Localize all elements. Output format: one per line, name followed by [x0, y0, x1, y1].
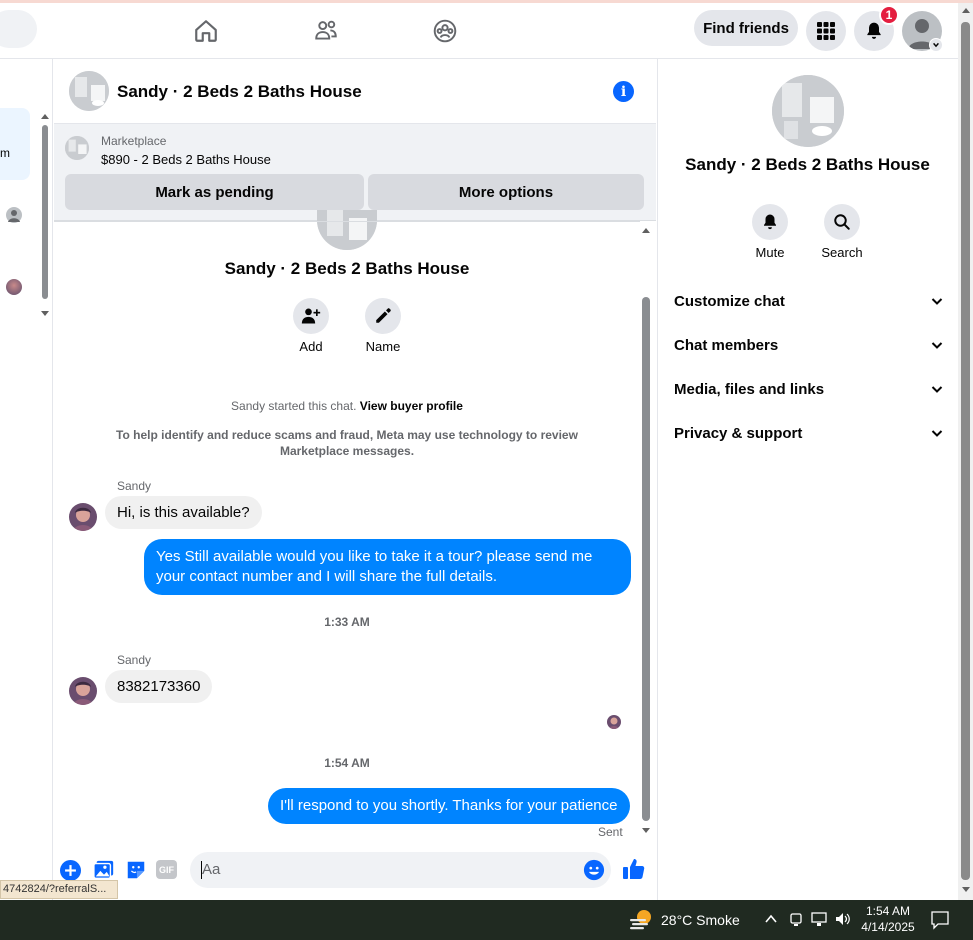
message-sender-name: Sandy	[117, 479, 152, 493]
page-scroll-up-arrow-icon[interactable]	[961, 6, 971, 14]
mute-bell-icon[interactable]	[752, 204, 788, 240]
listing-price-title[interactable]: $890 - 2 Beds 2 Baths House	[101, 152, 271, 167]
chevron-down-icon	[931, 298, 943, 305]
taskbar-clock[interactable]: 1:54 AM 4/14/2025	[854, 903, 922, 935]
find-friends-button[interactable]: Find friends	[694, 10, 798, 46]
outgoing-message-bubble[interactable]: Yes Still available would you like to ta…	[144, 539, 631, 595]
taskbar-date: 4/14/2025	[861, 920, 915, 934]
view-buyer-profile-link[interactable]: View buyer profile	[360, 399, 463, 413]
message-status-sent: Sent	[598, 825, 623, 839]
plus-actions-icon[interactable]	[60, 860, 81, 881]
info-icon[interactable]: i	[613, 81, 634, 102]
network-icon[interactable]	[811, 911, 829, 927]
privacy-support-section[interactable]: Privacy & support	[674, 421, 944, 445]
incoming-message-bubble[interactable]: 8382173360	[105, 670, 213, 703]
sender-avatar[interactable]	[69, 677, 97, 705]
chevron-down-icon	[931, 386, 943, 393]
time-separator: 1:33 AM	[324, 615, 370, 629]
conversation-intro-title: Sandy · 2 Beds 2 Baths House	[224, 259, 470, 278]
incoming-message-bubble[interactable]: Hi, is this available?	[105, 496, 262, 529]
notification-center-icon[interactable]	[930, 910, 950, 930]
meeting-camera-icon[interactable]	[789, 911, 803, 927]
gif-icon[interactable]: GIF	[156, 860, 177, 879]
add-label: Add	[299, 339, 323, 354]
section-label: Customize chat	[674, 292, 785, 310]
mark-as-pending-button[interactable]: Mark as pending	[65, 174, 364, 210]
sender-avatar[interactable]	[69, 503, 97, 531]
add-person-icon[interactable]	[293, 298, 329, 334]
time-separator: 1:54 AM	[324, 756, 370, 770]
banner-divider	[54, 221, 640, 222]
volume-icon[interactable]	[835, 911, 853, 927]
sticker-icon[interactable]	[125, 859, 147, 886]
chat-list-avatar[interactable]	[6, 279, 22, 295]
edit-name-pencil-icon[interactable]	[365, 298, 401, 334]
home-icon[interactable]	[186, 11, 226, 51]
scroll-down-arrow-icon[interactable]	[40, 310, 50, 318]
section-label: Media, files and links	[674, 380, 825, 398]
weather-smoke-icon[interactable]	[628, 908, 654, 937]
chat-members-section[interactable]: Chat members	[674, 333, 944, 357]
chat-scroll-up-arrow-icon[interactable]	[641, 226, 651, 234]
status-bar-url: 4742824/?referralS...	[0, 880, 118, 899]
page-scroll-down-arrow-icon[interactable]	[961, 886, 971, 894]
text-cursor	[201, 861, 202, 879]
scam-notice: To help identify and reduce scams and fr…	[116, 428, 578, 458]
message-sender-name: Sandy	[117, 653, 152, 667]
conversation-intro-thumbnail	[317, 210, 377, 250]
chat-list-scrollbar[interactable]	[42, 125, 48, 299]
menu-grid-icon[interactable]	[806, 11, 846, 51]
chat-scrollbar[interactable]	[642, 297, 650, 821]
conversation-details-panel	[657, 59, 958, 900]
search-bar[interactable]	[0, 10, 37, 48]
mute-label: Mute	[755, 245, 785, 260]
groups-icon[interactable]	[425, 11, 465, 51]
section-label: Chat members	[674, 336, 779, 354]
more-options-button[interactable]: More options	[368, 174, 644, 210]
customize-chat-section[interactable]: Customize chat	[674, 289, 944, 313]
listing-thumbnail-small[interactable]	[65, 136, 89, 160]
chat-list-avatar[interactable]	[6, 207, 22, 223]
listing-thumbnail[interactable]	[69, 71, 109, 111]
search-label: Search	[821, 245, 863, 260]
section-label: Privacy & support	[674, 424, 803, 442]
chat-list-item-selected[interactable]: m	[0, 108, 30, 180]
details-listing-photo[interactable]	[772, 75, 844, 147]
account-chevron-down-icon[interactable]	[929, 38, 943, 52]
search-icon[interactable]	[824, 204, 860, 240]
outgoing-message-bubble[interactable]: I'll respond to you shortly. Thanks for …	[268, 788, 630, 824]
chevron-down-icon	[931, 342, 943, 349]
scroll-up-arrow-icon[interactable]	[40, 112, 50, 120]
chat-started-text: Sandy started this chat.	[231, 399, 357, 413]
media-files-links-section[interactable]: Media, files and links	[674, 377, 944, 401]
seen-receipt-avatar	[607, 715, 621, 729]
chat-scroll-down-arrow-icon[interactable]	[641, 827, 651, 835]
taskbar-time: 1:54 AM	[865, 904, 911, 918]
system-tray-chevron-up-icon[interactable]	[764, 913, 778, 925]
details-title: Sandy · 2 Beds 2 Baths House	[685, 155, 930, 174]
chat-list-item-label: m	[0, 146, 10, 160]
conversation-title[interactable]: Sandy · 2 Beds 2 Baths House	[117, 82, 362, 102]
name-label: Name	[365, 339, 401, 354]
weather-text[interactable]: 28°C Smoke	[661, 912, 740, 928]
chat-started-notice: Sandy started this chat. View buyer prof…	[100, 398, 594, 414]
message-input[interactable]: Aa	[190, 852, 611, 888]
thumbs-up-icon[interactable]	[622, 857, 646, 886]
emoji-icon[interactable]	[583, 859, 605, 886]
chevron-down-icon	[931, 430, 943, 437]
page-scrollbar-thumb[interactable]	[961, 22, 970, 880]
friends-icon[interactable]	[306, 11, 346, 51]
marketplace-label: Marketplace	[101, 134, 167, 148]
notification-badge: 1	[879, 5, 899, 25]
